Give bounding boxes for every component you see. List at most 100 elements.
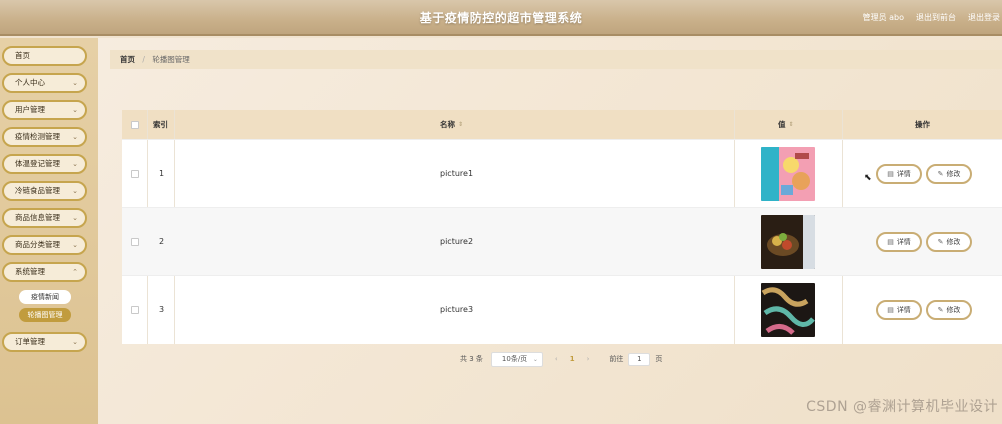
back-to-frontend-link[interactable]: 退出到前台: [916, 12, 956, 23]
sidebar-item-label: 用户管理: [15, 105, 45, 114]
sidebar-item-home[interactable]: 首页: [2, 46, 87, 66]
sidebar-item-personal-center[interactable]: 个人中心 ⌄: [2, 73, 87, 93]
next-page-icon[interactable]: ›: [587, 355, 590, 363]
sidebar-subitem-epidemic-news[interactable]: 疫情新闻: [19, 290, 71, 304]
sidebar-item-system-management[interactable]: 系统管理 ⌃: [2, 262, 87, 282]
app-title: 基于疫情防控的超市管理系统: [419, 11, 583, 25]
sidebar-subitem-carousel-management[interactable]: 轮播图管理: [19, 308, 71, 322]
sidebar-item-label: 商品分类管理: [15, 240, 60, 249]
sidebar-item-product-info[interactable]: 商品信息管理 ⌄: [2, 208, 87, 228]
sidebar-item-user-management[interactable]: 用户管理 ⌄: [2, 100, 87, 120]
breadcrumb: 首页 / 轮播图管理: [110, 50, 1002, 69]
detail-button[interactable]: ▤ 详情: [876, 164, 922, 184]
column-header-label: 名称: [440, 120, 455, 129]
chevron-down-icon: ⌄: [72, 133, 78, 141]
row-image-cell: [761, 208, 815, 275]
detail-button-label: 详情: [896, 238, 911, 246]
pagination-total: 共 3 条: [460, 355, 483, 363]
breadcrumb-separator: /: [142, 55, 145, 64]
column-header-label: 操作: [915, 120, 930, 129]
carousel-thumbnail-image: [761, 214, 815, 269]
carousel-thumbnail-image: [761, 282, 815, 337]
column-header-value[interactable]: 值 ⇕: [778, 110, 794, 139]
select-all-checkbox[interactable]: [131, 120, 139, 129]
table-row: 2 picture2 ▤ 详情 ✎ 修改: [122, 207, 1002, 275]
page-number-current[interactable]: 1: [570, 355, 575, 363]
edit-button[interactable]: ✎ 修改: [926, 232, 972, 252]
sidebar-item-temperature-registration[interactable]: 体温登记管理 ⌄: [2, 154, 87, 174]
main-content: 首页 / 轮播图管理 索引 名称 ⇕ 值 ⇕ 操作 1 picture1 ▤ 详…: [98, 38, 1002, 424]
chevron-up-icon: ⌃: [72, 268, 78, 276]
sidebar-item-order-management[interactable]: 订单管理 ⌄: [2, 332, 87, 352]
column-header-name[interactable]: 名称 ⇕: [440, 110, 463, 139]
column-header-label: 索引: [153, 120, 168, 129]
row-index: 2: [159, 237, 165, 246]
edit-button[interactable]: ✎ 修改: [926, 300, 972, 320]
chevron-down-icon: ⌄: [532, 355, 538, 363]
row-name: picture3: [440, 305, 474, 314]
logout-link[interactable]: 退出登录: [968, 12, 1000, 23]
sidebar-item-product-category[interactable]: 商品分类管理 ⌄: [2, 235, 87, 255]
column-header-label: 值: [778, 120, 786, 129]
mouse-cursor-icon: ⬉: [864, 173, 872, 183]
sidebar-item-label: 个人中心: [15, 78, 45, 87]
breadcrumb-home[interactable]: 首页: [120, 55, 135, 64]
pagination: 共 3 条 10条/页 ⌄ ‹ 1 › 前往 1 页: [460, 351, 662, 367]
document-icon: ▤: [887, 238, 894, 246]
goto-page-input[interactable]: 1: [628, 352, 651, 366]
goto-label: 前往: [609, 355, 624, 363]
column-header-actions: 操作: [915, 110, 930, 139]
watermark: CSDN @睿渊计算机毕业设计: [806, 399, 998, 415]
row-checkbox[interactable]: [131, 305, 139, 314]
table-header: 索引 名称 ⇕ 值 ⇕ 操作: [122, 110, 1002, 139]
sidebar-item-label: 体温登记管理: [15, 159, 60, 168]
chevron-down-icon: ⌄: [72, 214, 78, 222]
select-all-cell: [131, 110, 139, 139]
breadcrumb-current: 轮播图管理: [152, 55, 190, 64]
sidebar-item-label: 订单管理: [15, 337, 45, 346]
column-header-index: 索引: [153, 110, 168, 139]
row-select-cell: [131, 276, 139, 343]
sort-icon[interactable]: ⇕: [458, 121, 463, 128]
row-image-cell: [761, 140, 815, 207]
row-index: 1: [159, 169, 165, 178]
sidebar-item-label: 冷链食品管理: [15, 186, 60, 195]
edit-button-label: 修改: [946, 306, 961, 314]
row-name: picture1: [440, 169, 474, 178]
row-checkbox[interactable]: [131, 169, 139, 178]
document-icon: ▤: [887, 306, 894, 314]
detail-button-label: 详情: [896, 306, 911, 314]
sidebar: 首页 个人中心 ⌄ 用户管理 ⌄ 疫情检测管理 ⌄ 体温登记管理 ⌄ 冷链食品管理 ⌄ 商…: [0, 38, 98, 424]
page-size-select[interactable]: 10条/页 ⌄: [490, 351, 543, 367]
page-unit-label: 页: [655, 355, 663, 363]
table-row: 3 picture3 ▤ 详情 ✎ 修改: [122, 275, 1002, 343]
chevron-down-icon: ⌄: [72, 187, 78, 195]
carousel-table: 索引 名称 ⇕ 值 ⇕ 操作 1 picture1 ▤ 详情 ✎ 修改 2 pi…: [122, 110, 1002, 344]
edit-button[interactable]: ✎ 修改: [926, 164, 972, 184]
sort-icon[interactable]: ⇕: [789, 121, 794, 128]
edit-icon: ✎: [937, 170, 944, 178]
row-select-cell: [131, 140, 139, 207]
edit-icon: ✎: [937, 238, 944, 246]
detail-button[interactable]: ▤ 详情: [876, 300, 922, 320]
sidebar-item-label: 首页: [15, 51, 30, 60]
chevron-down-icon: ⌄: [72, 79, 78, 87]
row-image-cell: [761, 276, 815, 343]
row-select-cell: [131, 208, 139, 275]
edit-icon: ✎: [937, 306, 944, 314]
row-name: picture2: [440, 237, 474, 246]
header-links: 管理员 abo 退出到前台 退出登录: [863, 12, 1000, 23]
chevron-down-icon: ⌄: [72, 241, 78, 249]
prev-page-icon[interactable]: ‹: [555, 355, 558, 363]
sidebar-item-label: 疫情检测管理: [15, 132, 60, 141]
sidebar-item-cold-chain-food[interactable]: 冷链食品管理 ⌄: [2, 181, 87, 201]
sidebar-item-label: 系统管理: [15, 267, 45, 276]
admin-user-link[interactable]: 管理员 abo: [863, 12, 904, 23]
chevron-down-icon: ⌄: [72, 106, 78, 114]
top-header: 基于疫情防控的超市管理系统 管理员 abo 退出到前台 退出登录: [0, 0, 1002, 36]
carousel-thumbnail-image: [761, 146, 815, 201]
page-size-value: 10条/页: [501, 354, 528, 363]
sidebar-item-epidemic-detection[interactable]: 疫情检测管理 ⌄: [2, 127, 87, 147]
detail-button[interactable]: ▤ 详情: [876, 232, 922, 252]
row-checkbox[interactable]: [131, 237, 139, 246]
